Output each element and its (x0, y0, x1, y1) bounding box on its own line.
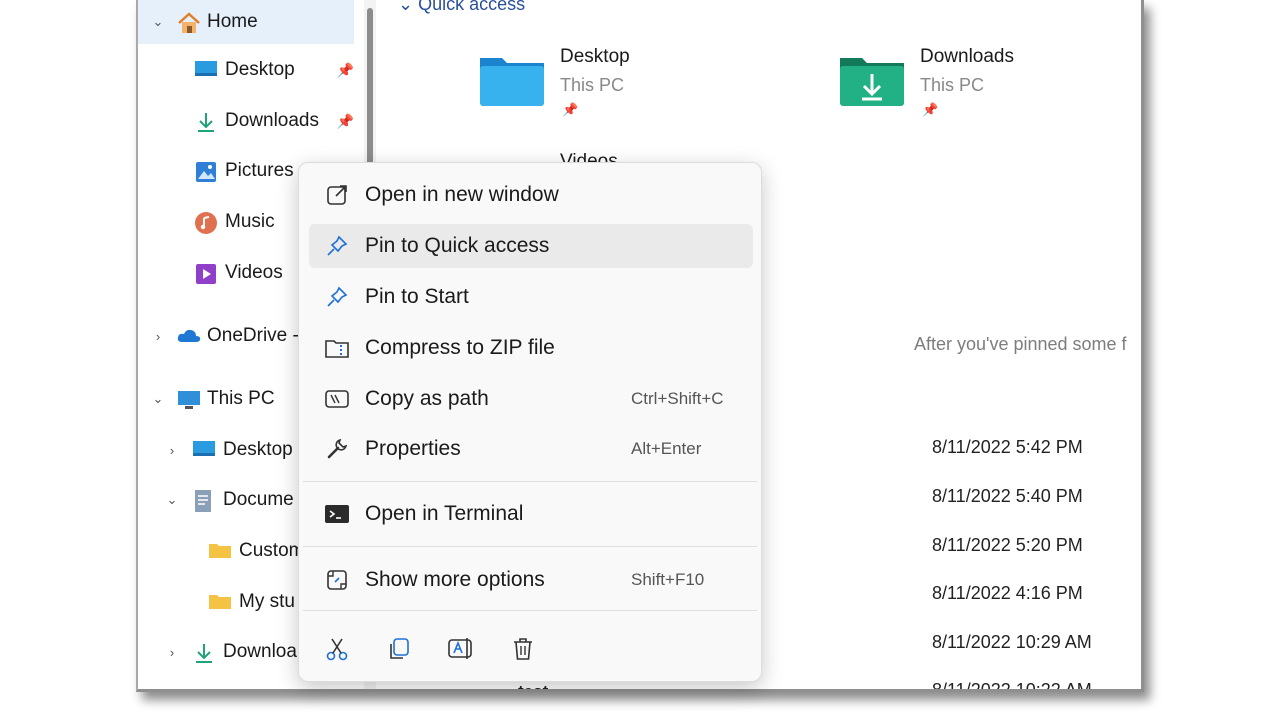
nav-item-home[interactable]: ⌄ Home (138, 0, 354, 44)
menu-item-label: Open in Terminal (365, 502, 524, 525)
menu-separator (303, 546, 757, 547)
menu-item-pin-start[interactable]: Pin to Start (309, 275, 753, 319)
terminal-icon (309, 503, 365, 525)
nav-item-desktop-pinned[interactable]: Desktop 📌 (194, 48, 358, 92)
favorites-empty-message: After you've pinned some f (914, 334, 1127, 354)
nav-item-label: Music (225, 211, 275, 232)
nav-item-label: Home (207, 11, 258, 32)
music-icon (194, 211, 218, 234)
rename-button[interactable] (437, 629, 485, 669)
chevron-down-icon: ⌄ (398, 0, 419, 14)
downloads-icon (192, 641, 216, 663)
nav-item-label: This PC (207, 388, 275, 409)
quick-access-header[interactable]: ⌄ Quick access (398, 0, 525, 15)
cut-button[interactable] (313, 629, 361, 669)
nav-item-label: Videos (225, 262, 283, 283)
nav-item-label: Downloads (225, 110, 319, 131)
menu-item-label: Pin to Quick access (365, 234, 550, 257)
delete-button[interactable] (499, 629, 547, 669)
menu-separator (303, 610, 757, 611)
pin-icon: 📌 (336, 112, 354, 129)
pin-icon: 📌 (922, 102, 939, 117)
menu-item-label: Compress to ZIP file (365, 336, 555, 359)
pin-icon (309, 234, 365, 258)
folder-downloads-icon (840, 58, 904, 106)
menu-separator (303, 481, 757, 482)
downloads-icon (194, 110, 218, 132)
file-date-modified: 8/11/2022 5:42 PM (932, 437, 1083, 457)
cut-icon (326, 638, 348, 661)
menu-item-shortcut: Alt+Enter (631, 439, 702, 458)
more-options-icon (309, 568, 365, 592)
tile-name: Downloads (920, 46, 1014, 67)
file-name[interactable]: test (518, 682, 548, 689)
folder-desktop-icon (480, 58, 544, 106)
menu-item-label: Open in new window (365, 183, 559, 206)
chevron-down-icon[interactable]: ⌄ (164, 492, 180, 508)
onedrive-icon (176, 325, 201, 347)
pictures-icon (194, 160, 218, 182)
chevron-down-icon[interactable]: ⌄ (150, 391, 166, 407)
rename-icon (448, 638, 472, 659)
chevron-down-icon[interactable]: ⌄ (150, 14, 166, 30)
nav-item-label: Docume (223, 489, 294, 510)
context-menu: Open in new window Pin to Quick access P… (298, 162, 762, 682)
menu-item-compress-zip[interactable]: Compress to ZIP file (309, 326, 753, 370)
nav-item-label: Desktop (223, 439, 293, 460)
folder-icon (208, 591, 232, 613)
section-header-label: Quick access (418, 0, 526, 14)
pin-icon (309, 285, 365, 309)
nav-item-label: My stu (239, 591, 295, 612)
delete-icon (514, 638, 532, 660)
computer-icon (176, 388, 200, 410)
chevron-right-icon[interactable]: › (150, 329, 166, 344)
zip-icon (309, 336, 365, 360)
menu-item-shortcut: Ctrl+Shift+C (631, 389, 724, 408)
pin-icon: 📌 (336, 61, 354, 78)
documents-icon (192, 489, 216, 512)
file-date-modified: 8/11/2022 10:22 AM (932, 680, 1092, 692)
copy-path-icon (309, 388, 365, 410)
menu-item-show-more-options[interactable]: Show more options Shift+F10 (309, 558, 753, 602)
screenshot-stage: ⌄ Home Desktop 📌 Downloads 📌 Pictures Mu… (0, 0, 1280, 720)
nav-item-downloads-pinned[interactable]: Downloads 📌 (194, 99, 358, 143)
tile-location: This PC (920, 75, 985, 95)
chevron-right-icon[interactable]: › (164, 645, 180, 660)
menu-item-shortcut: Shift+F10 (631, 570, 705, 589)
wrench-icon (309, 437, 365, 461)
nav-item-label: Pictures (225, 160, 294, 181)
nav-item-label: OneDrive - (207, 325, 299, 346)
menu-item-open-terminal[interactable]: Open in Terminal (309, 492, 753, 536)
desktop-icon (192, 439, 216, 461)
open-new-window-icon (309, 183, 365, 207)
file-date-modified: 8/11/2022 4:16 PM (932, 583, 1083, 603)
menu-item-properties[interactable]: Properties Alt+Enter (309, 427, 753, 471)
desktop-icon (194, 59, 218, 81)
pin-icon: 📌 (562, 102, 579, 117)
chevron-right-icon[interactable]: › (164, 443, 180, 458)
nav-item-label: Desktop (225, 59, 295, 80)
copy-icon (390, 638, 409, 659)
nav-item-label: Downloa (223, 641, 297, 662)
file-date-modified: 8/11/2022 5:20 PM (932, 535, 1083, 555)
menu-item-copy-as-path[interactable]: Copy as path Ctrl+Shift+C (309, 377, 753, 421)
folder-icon (208, 540, 232, 562)
videos-icon (194, 262, 218, 284)
tile-location: This PC (560, 75, 625, 95)
menu-item-open-new-window[interactable]: Open in new window (309, 173, 753, 217)
tile-name: Desktop (560, 46, 630, 67)
file-date-modified: 8/11/2022 5:40 PM (932, 486, 1083, 506)
copy-button[interactable] (375, 629, 423, 669)
menu-item-pin-quick-access[interactable]: Pin to Quick access (309, 224, 753, 268)
home-icon (176, 11, 200, 33)
file-date-modified: 8/11/2022 10:29 AM (932, 632, 1092, 652)
menu-item-label: Pin to Start (365, 285, 469, 308)
nav-item-label: Custom (239, 540, 305, 561)
